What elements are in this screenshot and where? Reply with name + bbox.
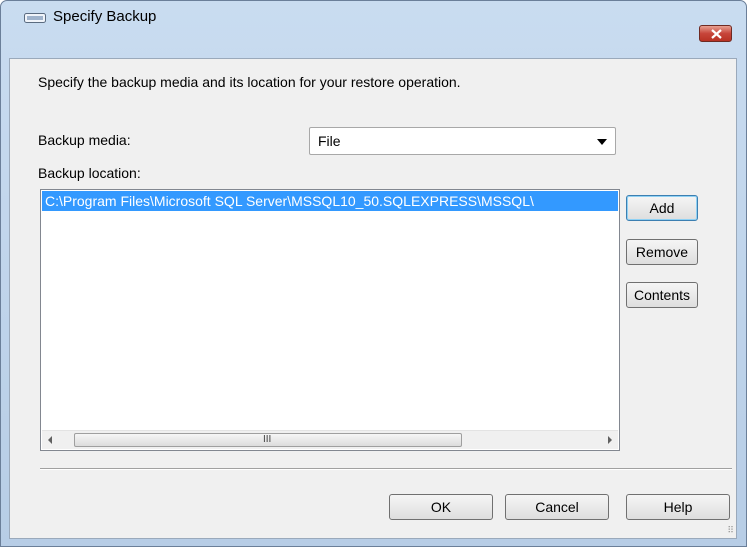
cancel-button[interactable]: Cancel [505, 494, 609, 520]
close-icon [711, 29, 722, 39]
contents-button[interactable]: Contents [626, 282, 698, 308]
scroll-grip: III [263, 434, 272, 445]
dialog-window: Specify Backup Specify the backup media … [0, 0, 747, 547]
ok-button[interactable]: OK [389, 494, 493, 520]
add-button[interactable]: Add [626, 195, 698, 221]
backup-media-label: Backup media: [38, 132, 131, 148]
remove-button[interactable]: Remove [626, 239, 698, 265]
resize-grip-icon[interactable]: ⠿ [727, 525, 734, 536]
chevron-down-icon [597, 139, 607, 145]
instruction-text: Specify the backup media and its locatio… [38, 74, 461, 90]
backup-media-value: File [318, 133, 341, 149]
close-button[interactable] [699, 25, 732, 42]
window-title: Specify Backup [53, 8, 157, 25]
backup-location-list[interactable]: C:\Program Files\Microsoft SQL Server\MS… [40, 189, 620, 451]
horizontal-scrollbar[interactable]: III [42, 430, 618, 449]
scroll-thumb[interactable]: III [74, 433, 462, 447]
list-item[interactable]: C:\Program Files\Microsoft SQL Server\MS… [42, 191, 618, 211]
window-icon [24, 13, 46, 23]
dialog-body: Specify the backup media and its locatio… [9, 58, 737, 539]
scroll-right-icon[interactable] [608, 436, 612, 444]
title-bar[interactable]: Specify Backup [1, 1, 746, 42]
backup-location-label: Backup location: [38, 165, 141, 181]
scroll-left-icon[interactable] [48, 436, 52, 444]
help-button[interactable]: Help [626, 494, 730, 520]
separator [40, 468, 732, 470]
backup-media-select[interactable]: File [309, 127, 616, 155]
